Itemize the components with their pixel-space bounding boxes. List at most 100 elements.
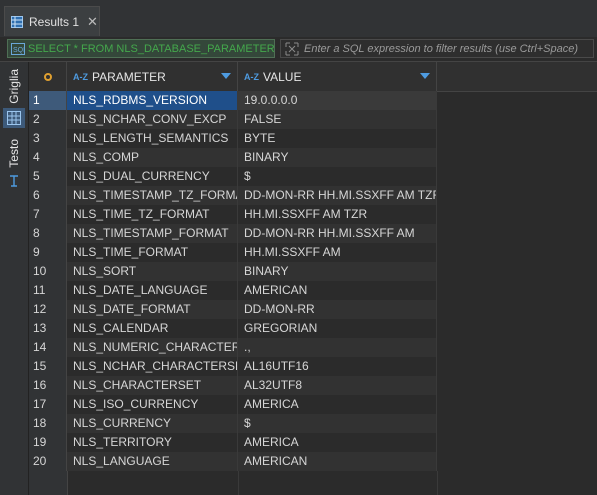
row-number[interactable]: 19	[29, 433, 67, 452]
table-row[interactable]: 8 NLS_TIMESTAMP_FORMAT DD-MON-RR HH.MI.SSX…	[29, 224, 597, 243]
table-row[interactable]: 1 NLS_RDBMS_VERSION 19.0.0.0.0	[29, 91, 597, 110]
table-row[interactable]: 4 NLS_COMP BINARY	[29, 148, 597, 167]
table-row[interactable]: 3 NLS_LENGTH_SEMANTICS BYTE	[29, 129, 597, 148]
tab-text[interactable]: Testo	[3, 134, 25, 172]
cell-value[interactable]: AMERICA	[238, 433, 437, 452]
table-row[interactable]: 19 NLS_TERRITORY AMERICA	[29, 433, 597, 452]
column-label-value: VALUE	[263, 69, 302, 84]
row-number[interactable]: 14	[29, 338, 67, 357]
row-number[interactable]: 6	[29, 186, 67, 205]
cell-parameter[interactable]: NLS_LENGTH_SEMANTICS	[67, 129, 238, 148]
cell-parameter[interactable]: NLS_NCHAR_CONV_EXCP	[67, 110, 238, 129]
table-row[interactable]: 10 NLS_SORT BINARY	[29, 262, 597, 281]
row-number[interactable]: 1	[29, 91, 67, 110]
text-icon[interactable]	[3, 172, 25, 190]
row-number[interactable]: 12	[29, 300, 67, 319]
chevron-down-icon[interactable]	[221, 73, 231, 79]
cell-value[interactable]: BYTE	[238, 129, 437, 148]
row-number[interactable]: 15	[29, 357, 67, 376]
sql-query-box[interactable]: SQL SELECT * FROM NLS_DATABASE_PARAMETER…	[7, 39, 275, 58]
cell-value[interactable]: AMERICA	[238, 395, 437, 414]
row-number[interactable]: 10	[29, 262, 67, 281]
row-number[interactable]: 16	[29, 376, 67, 395]
cell-parameter[interactable]: NLS_SORT	[67, 262, 238, 281]
cell-value[interactable]: DD-MON-RR	[238, 300, 437, 319]
cell-value[interactable]: AL32UTF8	[238, 376, 437, 395]
cell-parameter[interactable]: NLS_COMP	[67, 148, 238, 167]
column-header-value[interactable]: A‑Z VALUE	[238, 62, 437, 91]
cell-value[interactable]: DD-MON-RR HH.MI.SSXFF AM	[238, 224, 437, 243]
cell-parameter[interactable]: NLS_ISO_CURRENCY	[67, 395, 238, 414]
cell-value[interactable]: $	[238, 414, 437, 433]
cell-value[interactable]: AMERICAN	[238, 281, 437, 300]
cell-parameter[interactable]: NLS_TERRITORY	[67, 433, 238, 452]
sql-icon: SQL	[11, 42, 27, 55]
cell-value[interactable]: BINARY	[238, 262, 437, 281]
row-number[interactable]: 11	[29, 281, 67, 300]
cell-parameter[interactable]: NLS_TIME_FORMAT	[67, 243, 238, 262]
cell-value[interactable]: HH.MI.SSXFF AM TZR	[238, 205, 437, 224]
row-number[interactable]: 18	[29, 414, 67, 433]
cell-parameter[interactable]: NLS_TIME_TZ_FORMAT	[67, 205, 238, 224]
row-number[interactable]: 5	[29, 167, 67, 186]
row-number-header[interactable]	[29, 62, 67, 91]
sort-az-icon: A‑Z	[73, 71, 88, 82]
close-icon[interactable]: ✕	[87, 14, 98, 30]
cell-parameter[interactable]: NLS_DATE_FORMAT	[67, 300, 238, 319]
table-row[interactable]: 2 NLS_NCHAR_CONV_EXCP FALSE	[29, 110, 597, 129]
filter-input[interactable]	[304, 42, 593, 55]
filter-bar: SQL SELECT * FROM NLS_DATABASE_PARAMETER…	[0, 37, 597, 62]
row-number[interactable]: 2	[29, 110, 67, 129]
cell-value[interactable]: GREGORIAN	[238, 319, 437, 338]
table-row[interactable]: 18 NLS_CURRENCY $	[29, 414, 597, 433]
row-number[interactable]: 8	[29, 224, 67, 243]
table-row[interactable]: 17 NLS_ISO_CURRENCY AMERICA	[29, 395, 597, 414]
cell-parameter[interactable]: NLS_TIMESTAMP_FORMAT	[67, 224, 238, 243]
table-row[interactable]: 5 NLS_DUAL_CURRENCY $	[29, 167, 597, 186]
cell-parameter[interactable]: NLS_NCHAR_CHARACTERSET	[67, 357, 238, 376]
cell-value[interactable]: AL16UTF16	[238, 357, 437, 376]
cell-value[interactable]: AMERICAN	[238, 452, 437, 471]
row-number[interactable]: 17	[29, 395, 67, 414]
cell-parameter[interactable]: NLS_NUMERIC_CHARACTERS	[67, 338, 238, 357]
tab-grid[interactable]: Griglia	[3, 64, 25, 108]
row-number[interactable]: 7	[29, 205, 67, 224]
cell-value[interactable]: 19.0.0.0.0	[238, 91, 437, 110]
cell-parameter[interactable]: NLS_TIMESTAMP_TZ_FORMAT	[67, 186, 238, 205]
table-row[interactable]: 16 NLS_CHARACTERSET AL32UTF8	[29, 376, 597, 395]
cell-value[interactable]: .,	[238, 338, 437, 357]
column-header-parameter[interactable]: A‑Z PARAMETER	[67, 62, 238, 91]
cell-value[interactable]: $	[238, 167, 437, 186]
table-row[interactable]: 6 NLS_TIMESTAMP_TZ_FORMAT DD-MON-RR HH.MI.…	[29, 186, 597, 205]
cell-parameter[interactable]: NLS_DATE_LANGUAGE	[67, 281, 238, 300]
table-row[interactable]: 14 NLS_NUMERIC_CHARACTERS.,	[29, 338, 597, 357]
table-row[interactable]: 9 NLS_TIME_FORMAT HH.MI.SSXFF AM	[29, 243, 597, 262]
cell-parameter[interactable]: NLS_CHARACTERSET	[67, 376, 238, 395]
row-number[interactable]: 20	[29, 452, 67, 471]
chevron-down-icon[interactable]	[420, 73, 430, 79]
cell-parameter[interactable]: NLS_DUAL_CURRENCY	[67, 167, 238, 186]
cell-value[interactable]: DD-MON-RR HH.MI.SSXFF AM TZR	[238, 186, 437, 205]
row-number[interactable]: 4	[29, 148, 67, 167]
cell-parameter[interactable]: NLS_LANGUAGE	[67, 452, 238, 471]
grid-filler	[29, 471, 68, 495]
filter-field[interactable]	[280, 39, 594, 58]
cell-parameter[interactable]: NLS_CURRENCY	[67, 414, 238, 433]
cell-value[interactable]: HH.MI.SSXFF AM	[238, 243, 437, 262]
table-row[interactable]: 13 NLS_CALENDAR GREGORIAN	[29, 319, 597, 338]
table-row[interactable]: 20 NLS_LANGUAGE AMERICAN	[29, 452, 597, 471]
filter-icon	[285, 42, 299, 56]
table-row[interactable]: 7 NLS_TIME_TZ_FORMAT HH.MI.SSXFF AM TZR	[29, 205, 597, 224]
cell-value[interactable]: FALSE	[238, 110, 437, 129]
cell-parameter[interactable]: NLS_CALENDAR	[67, 319, 238, 338]
tab-results-1[interactable]: Results 1 ✕	[4, 6, 100, 36]
row-number[interactable]: 9	[29, 243, 67, 262]
row-number[interactable]: 13	[29, 319, 67, 338]
cell-parameter[interactable]: NLS_RDBMS_VERSION	[67, 91, 238, 110]
table-row[interactable]: 12 NLS_DATE_FORMAT DD-MON-RR	[29, 300, 597, 319]
cell-value[interactable]: BINARY	[238, 148, 437, 167]
table-row[interactable]: 15 NLS_NCHAR_CHARACTERSET AL16UTF16	[29, 357, 597, 376]
grid-view-icon[interactable]	[3, 108, 25, 128]
row-number[interactable]: 3	[29, 129, 67, 148]
table-row[interactable]: 11 NLS_DATE_LANGUAGE AMERICAN	[29, 281, 597, 300]
